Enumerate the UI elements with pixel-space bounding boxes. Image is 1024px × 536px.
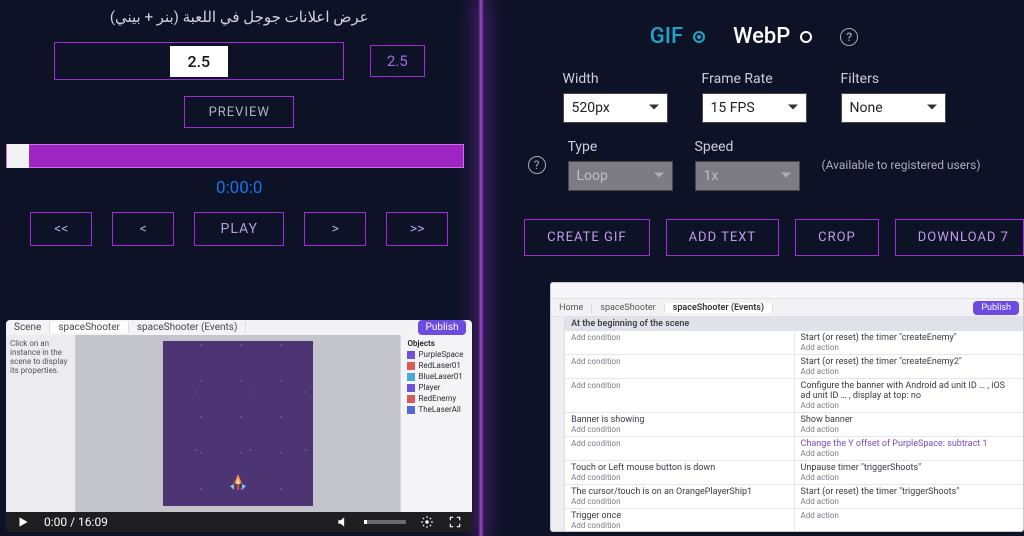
step-back-button[interactable]: < [112,212,174,246]
fps-label: Frame Rate [702,71,807,87]
rewind-button[interactable]: << [30,212,92,246]
event-row[interactable]: Add conditionStart (or reset) the timer … [565,331,1023,355]
video-controls-bar: 0:00 / 16:09 [6,512,472,532]
fps-select[interactable]: 15 FPS [702,93,807,123]
event-row[interactable]: Add conditionConfigure the banner with A… [565,379,1023,413]
radio-webp[interactable] [800,31,812,43]
width-select[interactable]: 520px [563,93,668,123]
time-end-value[interactable]: 2.5 [370,45,425,77]
fast-forward-button[interactable]: >> [386,212,448,246]
format-help-icon[interactable]: ? [840,28,858,46]
publish-pill[interactable]: Publish [418,320,467,335]
create-gif-button[interactable]: CREATE GIF [524,219,649,256]
events-begin-header: At the beginning of the scene [565,317,1023,331]
es-tab-events[interactable]: spaceShooter (Events) [665,303,773,313]
objects-panel: Objects PurpleSpace RedLaser01 BlueLaser… [400,335,472,512]
play-button[interactable]: PLAY [194,212,284,246]
crop-button[interactable]: CROP [795,219,879,256]
event-row[interactable]: Add conditionStart (or reset) the timer … [565,355,1023,379]
event-row[interactable]: Touch or Left mouse button is downAdd co… [565,461,1023,485]
video-timecode: 0:00 / 16:09 [44,515,108,529]
width-label: Width [563,71,668,87]
download-button[interactable]: DOWNLOAD 7 [895,219,1024,256]
registered-note: (Available to registered users) [822,158,981,172]
preview-button[interactable]: PREVIEW [184,96,294,128]
event-row[interactable]: Banner is showingAdd conditionShow banne… [565,413,1023,437]
filters-select[interactable]: None [841,93,946,123]
timecode-display: 0:00:0 [0,168,478,202]
scene-canvas [163,341,313,506]
speed-label: Speed [695,139,800,155]
tab-events[interactable]: spaceShooter (Events) [129,322,247,333]
editor-tabbar: Scene spaceShooter spaceShooter (Events)… [6,320,472,335]
format-gif[interactable]: GIF [650,24,705,49]
volume-icon[interactable] [336,515,350,529]
type-help-icon[interactable]: ? [528,156,546,174]
settings-icon[interactable] [420,515,434,529]
event-row[interactable]: Trigger onceAdd conditionAdd action [565,509,1023,531]
tab-scene[interactable]: Scene [6,322,50,333]
play-icon[interactable] [16,515,30,529]
fullscreen-icon[interactable] [448,515,462,529]
type-label: Type [568,139,673,155]
video-player[interactable]: Scene spaceShooter spaceShooter (Events)… [6,320,472,532]
properties-panel: Click on an instance in the scene to dis… [6,335,76,512]
event-row[interactable]: The cursor/touch is on an OrangePlayerSh… [565,485,1023,509]
format-webp[interactable]: WebP [733,24,812,49]
es-publish-pill[interactable]: Publish [973,301,1019,315]
seek-thumb[interactable] [7,144,29,168]
radio-gif[interactable] [693,31,705,43]
tab-spaceshooter[interactable]: spaceShooter [50,322,129,333]
time-range-box[interactable]: 2.5 [54,42,344,80]
es-tab-home[interactable]: Home [551,303,592,313]
player-ship-icon [226,472,250,496]
events-editor-thumbnail: Home spaceShooter spaceShooter (Events) … [550,282,1024,532]
step-forward-button[interactable]: > [304,212,366,246]
type-select: Loop [568,161,673,191]
volume-track[interactable] [364,520,406,524]
event-row[interactable]: Add conditionChange the Y offset of Purp… [565,437,1023,461]
filters-label: Filters [841,71,946,87]
es-tab-scene[interactable]: spaceShooter [592,303,664,313]
left-ad-header: عرض اعلانات جوجل في اللعبة (بنر + بيني) [0,0,478,32]
time-current-value: 2.5 [170,46,229,77]
speed-select: 1x [695,161,800,191]
seek-track[interactable] [6,144,464,168]
es-nav-strip [551,317,565,531]
add-text-button[interactable]: ADD TEXT [666,219,780,256]
